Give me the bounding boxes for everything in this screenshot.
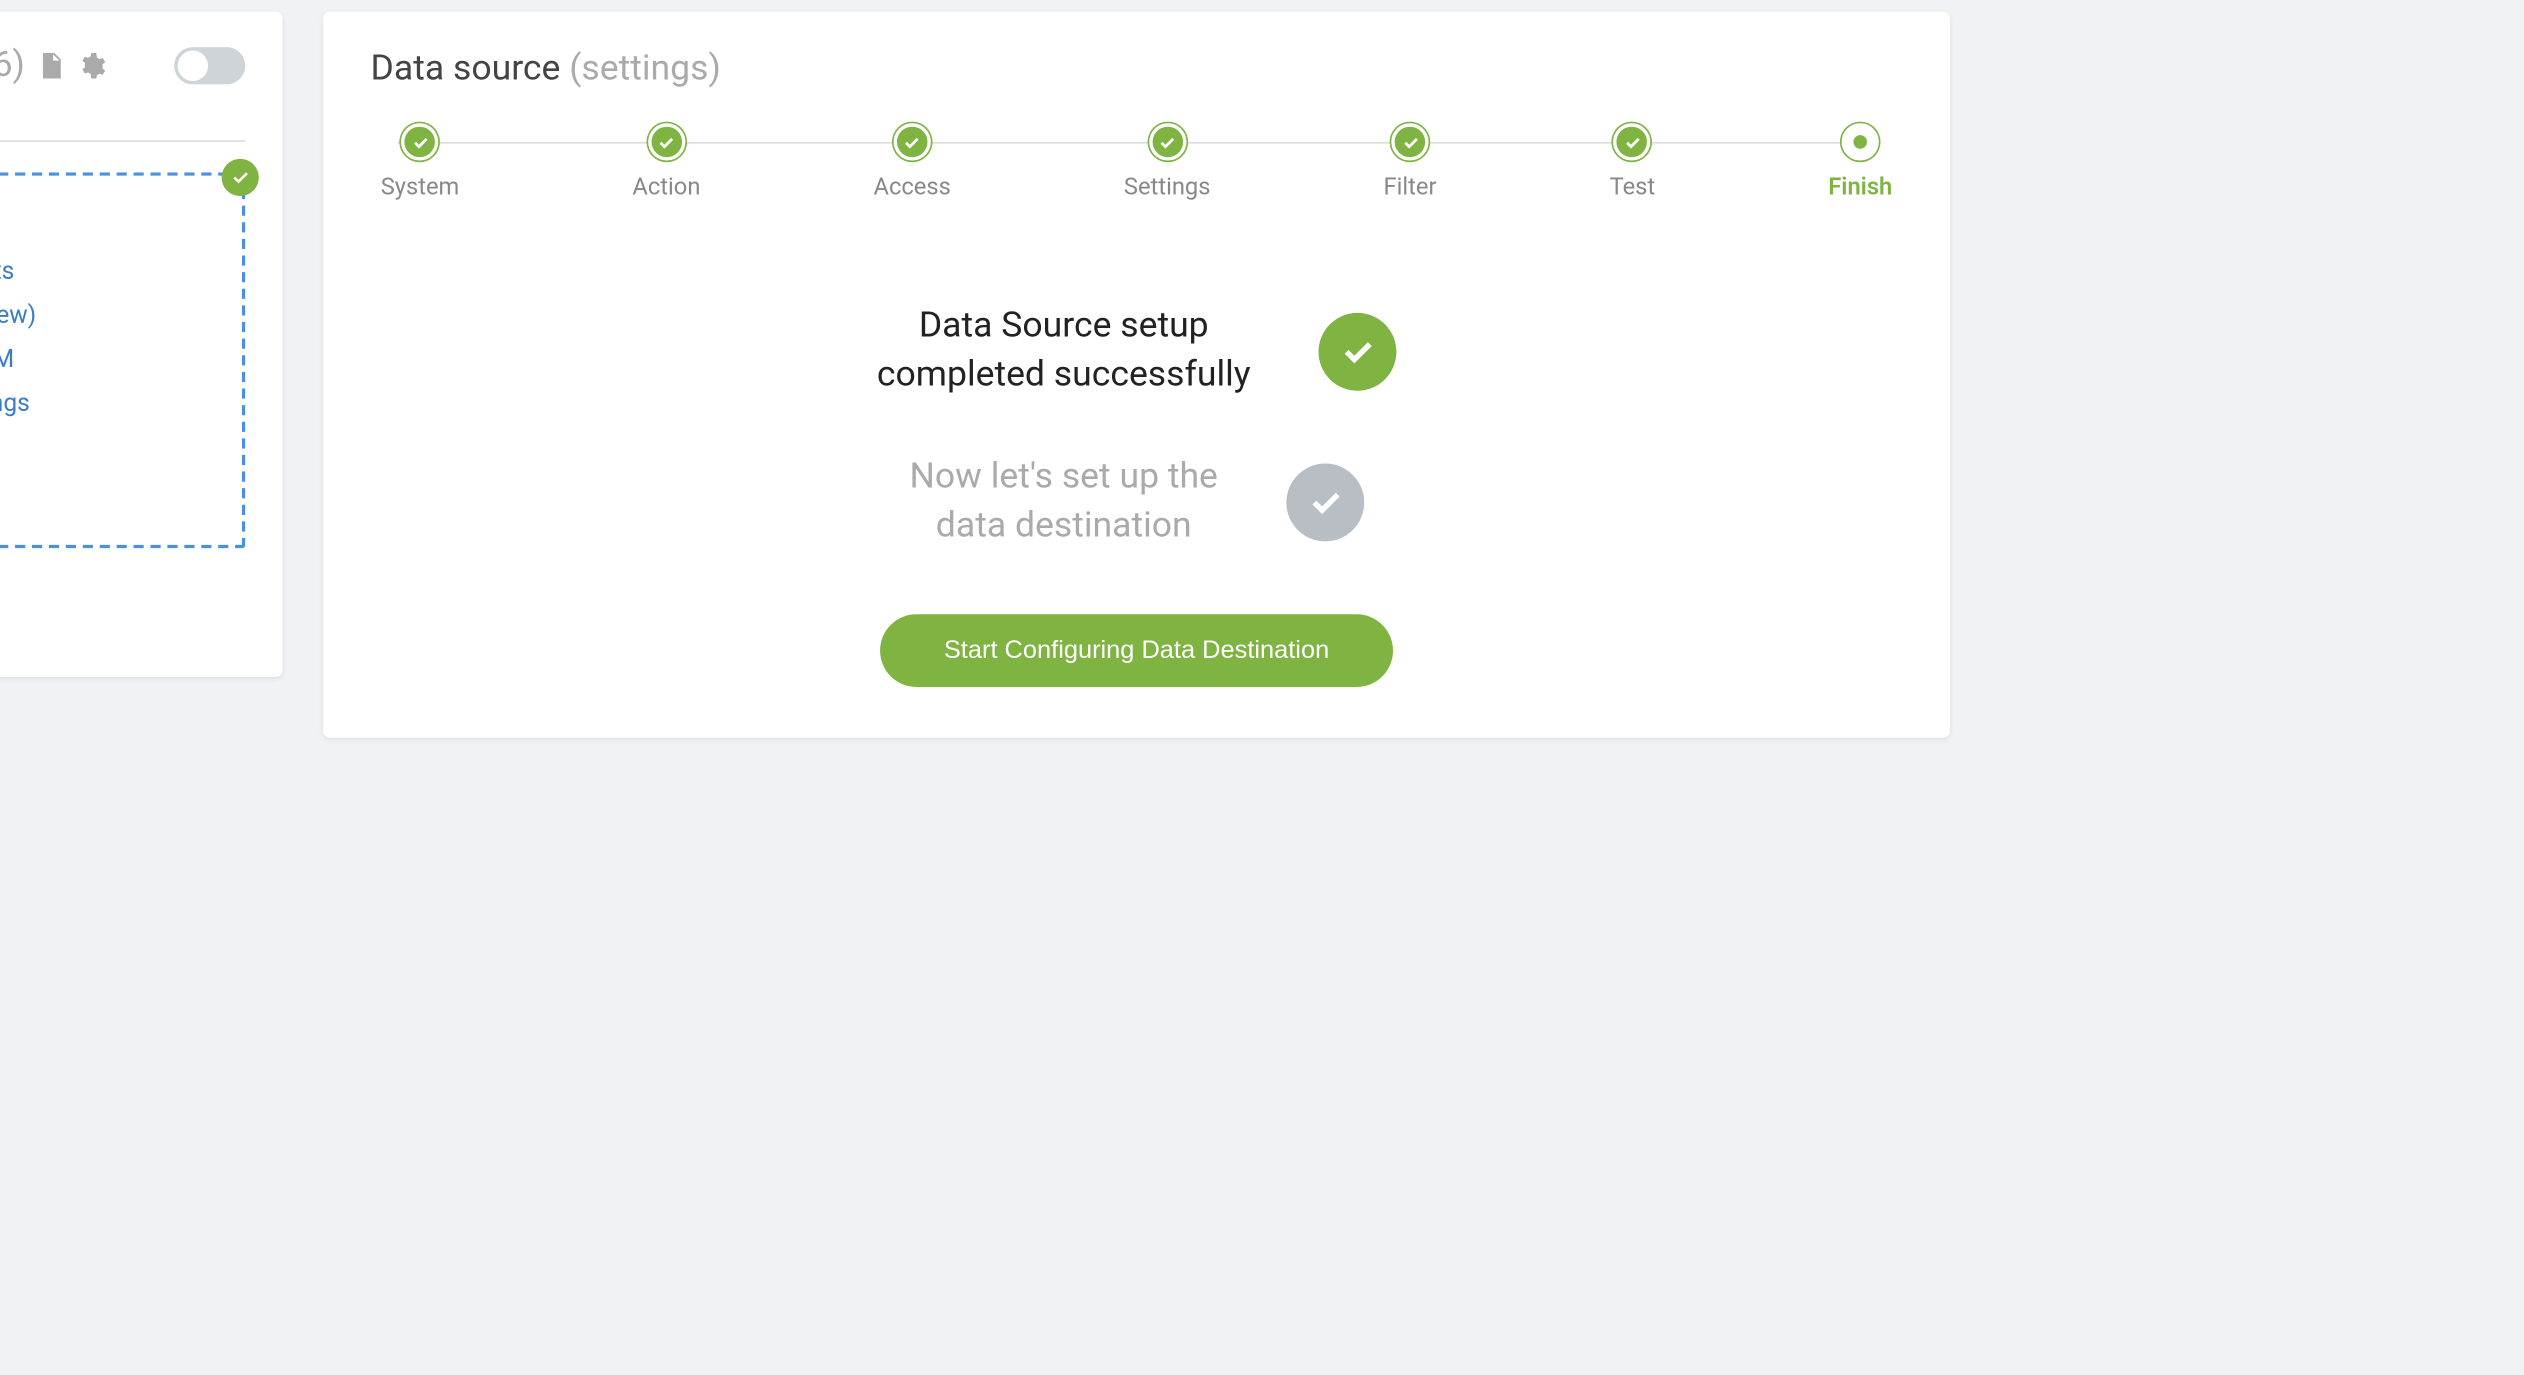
document-icon[interactable] [35, 51, 65, 81]
status-success: Data Source setup completed successfully [371, 303, 1903, 403]
connection-id: (ID: 39406) [0, 45, 25, 86]
ds-row: Testcheck [0, 470, 211, 511]
step-system[interactable]: System [381, 123, 460, 201]
connection-toggle[interactable] [174, 47, 245, 84]
status-next: Now let's set up the data destination [371, 453, 1903, 553]
step-filter[interactable]: Filter [1384, 123, 1437, 201]
ds-settings-link[interactable]: change settings [0, 388, 30, 417]
ds-settings-title: Data source [371, 49, 561, 90]
ds-table: SystemGoogle Sheets ActionGet ROWS (new)… [0, 247, 215, 514]
ds-access-link[interactable]: Support TEAM [0, 344, 14, 373]
step-access[interactable]: Access [874, 123, 951, 201]
ds-system-link[interactable]: Google Sheets [0, 256, 14, 285]
ds-row: Settingschange settings [0, 382, 211, 423]
connection-card: Connection (ID: 39406) GOOGLE SHEETS 1DA… [0, 12, 283, 677]
ds-action-link[interactable]: Get ROWS (new) [0, 300, 36, 329]
ds-title: 1DATA SOURCE [0, 199, 215, 229]
ds-row: SystemGoogle Sheets [0, 250, 211, 291]
step-finish[interactable]: Finish [1828, 123, 1892, 201]
check-circle-gray-icon [1286, 464, 1364, 542]
stepper: System Action Access Settings Filter Tes… [371, 123, 1903, 201]
ds-row: ActionGet ROWS (new) [0, 294, 211, 335]
ds-row: AccessSupport TEAM [0, 338, 211, 379]
connection-subtitle: GOOGLE SHEETS [0, 103, 245, 142]
step-test[interactable]: Test [1610, 123, 1656, 201]
gear-icon[interactable] [76, 51, 106, 81]
main: Connection Main/ Connections/ GOOGLE SHE… [0, 0, 2007, 1093]
check-circle-icon [1318, 314, 1396, 392]
data-source-box: 1DATA SOURCE SystemGoogle Sheets ActionG… [0, 172, 245, 548]
step-settings[interactable]: Settings [1124, 123, 1211, 201]
start-configure-button[interactable]: Start Configuring Data Destination [880, 613, 1394, 686]
ds-row: Filterchange filter [0, 426, 211, 467]
status-success-text: Data Source setup completed successfully [877, 303, 1251, 403]
data-source-settings-card: Data source (settings) System Action Acc… [323, 12, 1950, 737]
step-action[interactable]: Action [632, 123, 700, 201]
check-icon [222, 159, 259, 196]
ds-settings-subtitle: (settings) [569, 49, 721, 90]
status-next-text: Now let's set up the data destination [910, 453, 1218, 553]
